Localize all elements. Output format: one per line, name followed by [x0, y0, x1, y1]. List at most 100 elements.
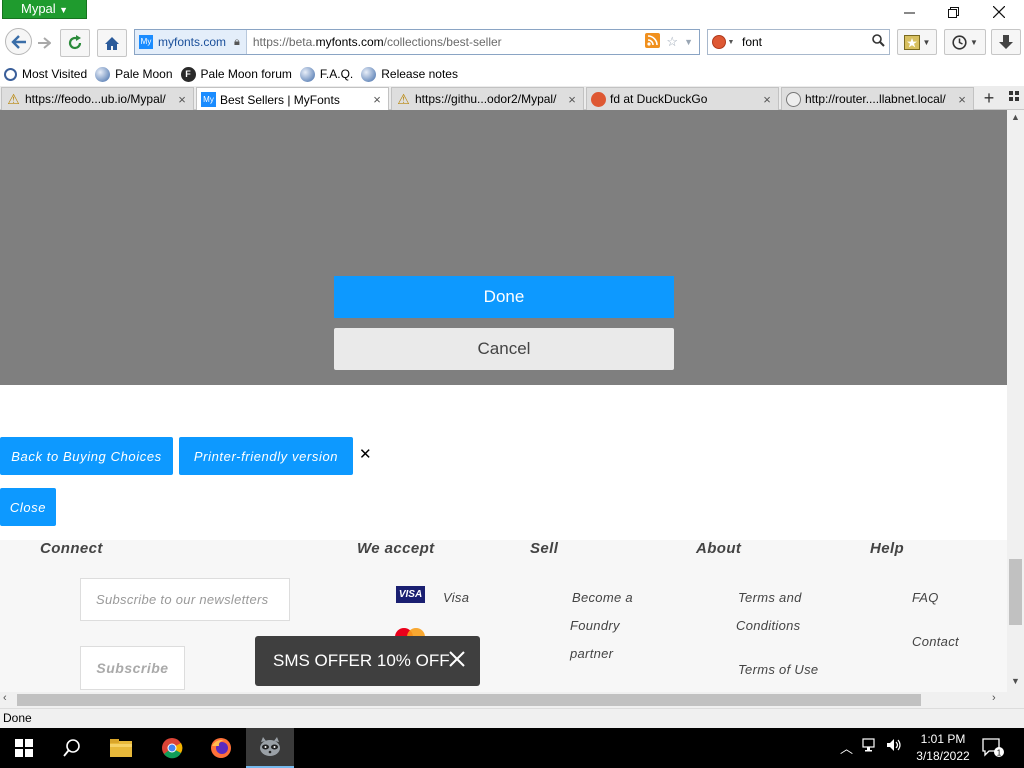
terms-of-use-link[interactable]: Terms of Use — [738, 656, 818, 684]
close-tab-icon[interactable]: × — [370, 92, 384, 107]
bookmarks-toolbar: Most Visited Pale Moon F Pale Moon forum… — [0, 62, 1024, 86]
volume-icon[interactable] — [886, 738, 902, 755]
back-to-buying-choices-button[interactable]: Back to Buying Choices — [0, 437, 173, 475]
visa-icon: VISA — [396, 586, 425, 603]
network-icon[interactable] — [862, 738, 878, 755]
duckduckgo-icon — [711, 35, 726, 49]
action-center-icon[interactable]: 1 — [982, 738, 1004, 758]
taskbar-clock[interactable]: 1:01 PM 3/18/2022 — [914, 731, 972, 765]
bookmarks-menu-button[interactable]: ▼ — [897, 29, 937, 55]
url-bar[interactable]: My myfonts.com 🔒︎ https://beta.myfonts.c… — [134, 29, 700, 55]
taskbar-chrome[interactable] — [148, 728, 196, 768]
tab-feodor-mypal[interactable]: ⚠ https://feodo...ub.io/Mypal/ × — [1, 87, 194, 110]
title-bar: Mypal ▼ — [0, 0, 1024, 24]
scroll-thumb[interactable] — [1009, 559, 1022, 625]
close-tab-icon[interactable]: × — [760, 92, 774, 107]
search-bar[interactable]: ▼ font — [707, 29, 890, 55]
vertical-scrollbar[interactable]: ▲ ▼ — [1007, 110, 1024, 692]
become-foundry-partner-link[interactable]: Become a Foundry partner — [570, 584, 633, 668]
tab-github-mypal[interactable]: ⚠ https://githu...odor2/Mypal/ × — [391, 87, 584, 110]
arrow-left-icon — [10, 34, 26, 49]
lock-icon: 🔒︎ — [234, 35, 240, 48]
tab-best-sellers-myfonts[interactable]: My Best Sellers | MyFonts × — [196, 87, 389, 111]
close-window-button[interactable] — [984, 2, 1014, 24]
faq-link[interactable]: FAQ — [912, 584, 939, 612]
sell-heading: Sell — [530, 540, 559, 557]
site-identity-button[interactable]: My myfonts.com 🔒︎ — [135, 30, 247, 54]
scroll-thumb[interactable] — [17, 694, 921, 706]
url-path: /collections/best-seller — [383, 35, 502, 49]
taskbar-search-button[interactable] — [48, 728, 96, 768]
search-input[interactable]: font — [738, 35, 867, 49]
tab-router[interactable]: http://router....llabnet.local/ × — [781, 87, 974, 110]
tab-title: Best Sellers | MyFonts — [220, 92, 340, 107]
star-bookmark-icon[interactable]: ☆ — [666, 34, 678, 50]
close-tab-icon[interactable]: × — [955, 92, 969, 107]
tab-list-icon[interactable] — [1006, 90, 1022, 106]
globe-icon — [786, 91, 801, 107]
url-dropdown-icon[interactable]: ▼ — [684, 37, 693, 47]
chevron-down-icon: ▼ — [727, 38, 735, 46]
back-button[interactable] — [5, 28, 32, 55]
myfonts-icon: My — [139, 35, 153, 49]
scroll-up-icon[interactable]: ▲ — [1007, 112, 1024, 122]
sms-offer-popup[interactable]: SMS OFFER 10% OFF — [255, 636, 480, 686]
downloads-button[interactable] — [991, 29, 1021, 55]
subscribe-button[interactable]: Subscribe — [80, 646, 185, 690]
close-icon — [992, 5, 1006, 19]
minimize-icon — [903, 12, 915, 14]
cancel-button[interactable]: Cancel — [334, 328, 674, 370]
search-engine-selector[interactable]: ▼ — [708, 35, 738, 49]
search-icon[interactable] — [867, 34, 889, 50]
new-tab-button[interactable]: + — [976, 88, 1002, 108]
close-button[interactable]: Close — [0, 488, 56, 526]
app-menu-button[interactable]: Mypal ▼ — [2, 0, 87, 19]
contact-link[interactable]: Contact — [912, 628, 959, 656]
myfonts-icon: My — [201, 92, 216, 107]
notification-count: 1 — [997, 749, 1002, 758]
restore-icon — [947, 7, 959, 18]
link-line: Conditions — [736, 618, 801, 633]
close-tab-icon[interactable]: × — [565, 92, 579, 107]
clock-date: 3/18/2022 — [916, 749, 970, 763]
site-footer: Connect Subscribe to our newsletters Sub… — [0, 540, 1007, 692]
tab-title: https://feodo...ub.io/Mypal/ — [25, 92, 166, 106]
scroll-down-icon[interactable]: ▼ — [1007, 676, 1024, 686]
history-button[interactable]: ▼ — [944, 29, 986, 55]
start-button[interactable] — [0, 728, 48, 768]
show-hidden-icons-chevron[interactable]: ︿ — [840, 738, 853, 757]
home-button[interactable] — [97, 29, 127, 57]
close-tab-icon[interactable]: × — [175, 92, 189, 107]
done-button[interactable]: Done — [334, 276, 674, 318]
scroll-right-icon[interactable]: › — [992, 692, 996, 704]
bookmark-faq[interactable]: F.A.Q. — [299, 66, 353, 82]
duckduckgo-icon — [591, 91, 606, 107]
tab-title: https://githu...odor2/Mypal/ — [415, 92, 557, 106]
newsletter-email-field[interactable]: Subscribe to our newsletters — [80, 578, 290, 621]
taskbar-firefox[interactable] — [197, 728, 245, 768]
minimize-button[interactable] — [894, 2, 924, 24]
close-icon[interactable] — [446, 648, 468, 670]
bookmark-pale-moon-forum[interactable]: F Pale Moon forum — [180, 66, 292, 82]
forward-button[interactable] — [33, 29, 55, 57]
taskbar-file-explorer[interactable] — [97, 728, 145, 768]
printer-friendly-button[interactable]: Printer-friendly version — [179, 437, 353, 475]
bookmark-pale-moon[interactable]: Pale Moon — [95, 66, 173, 82]
tab-duckduckgo[interactable]: fd at DuckDuckGo × — [586, 87, 779, 110]
close-icon[interactable]: ✕ — [359, 445, 372, 463]
terms-and-conditions-link[interactable]: Terms and Conditions — [736, 584, 802, 640]
taskbar-mypal[interactable] — [246, 728, 294, 768]
chevron-down-icon: ▼ — [922, 37, 931, 47]
bookmark-label: Pale Moon — [115, 67, 173, 81]
chevron-down-icon: ▼ — [59, 5, 68, 15]
rss-feed-icon[interactable] — [645, 33, 661, 51]
status-bar: Done — [0, 708, 1024, 728]
reload-button[interactable] — [60, 29, 90, 57]
scroll-left-icon[interactable]: ‹ — [3, 692, 7, 704]
site-identity-label: myfonts.com — [158, 35, 227, 49]
horizontal-scrollbar[interactable]: ‹ › — [0, 692, 1007, 708]
bookmark-release-notes[interactable]: Release notes — [361, 66, 458, 82]
url-text[interactable]: https://beta.myfonts.com/collections/bes… — [247, 35, 646, 49]
bookmark-most-visited[interactable]: Most Visited — [4, 67, 87, 81]
restore-button[interactable] — [938, 2, 968, 24]
